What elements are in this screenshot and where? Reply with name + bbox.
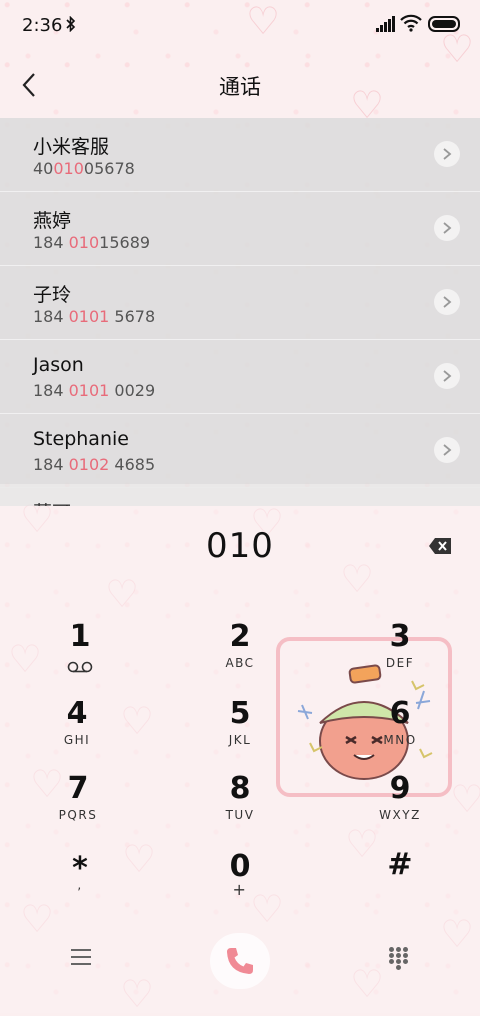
key-digit: 7 — [67, 771, 89, 806]
contact-name: 燕婷 — [33, 210, 72, 232]
key-letters: JKL — [228, 733, 252, 747]
key-digit: 2 — [229, 619, 251, 654]
wifi-icon — [400, 14, 422, 36]
menu-icon[interactable] — [71, 949, 91, 965]
contact-row[interactable]: 小米客服 4001005678 — [0, 118, 480, 192]
key-letters: PQRS — [58, 808, 98, 822]
dial-key-7[interactable]: 7 PQRS — [8, 772, 148, 842]
dial-key-hash[interactable]: # — [330, 848, 470, 918]
dial-key-4[interactable]: 4 GHI — [7, 697, 147, 767]
key-digit: 8 — [229, 771, 251, 806]
key-letters: ABC — [225, 656, 255, 670]
key-letters: WXYZ — [379, 808, 421, 822]
contact-list: 小米客服 4001005678 燕婷 184 01015689 子玲 184 0… — [0, 118, 480, 488]
status-time: 2:36 — [22, 15, 63, 36]
contact-number: 184 01015689 — [33, 233, 151, 252]
dial-key-star[interactable]: * , — [10, 852, 150, 922]
contact-name: 子玲 — [33, 284, 72, 306]
key-letters: DEF — [385, 656, 415, 670]
dial-key-8[interactable]: 8 TUV — [170, 772, 310, 842]
contact-name: Stephanie — [33, 428, 129, 450]
contact-number: 4001005678 — [33, 159, 135, 178]
key-letters: , — [77, 878, 83, 892]
key-digit: 5 — [229, 696, 251, 731]
contact-row[interactable]: Jason 184 0101 0029 — [0, 340, 480, 414]
phone-icon — [227, 948, 253, 974]
key-letters: MNO — [383, 733, 417, 747]
chevron-right-icon[interactable] — [434, 141, 460, 167]
status-bar: 2:36 — [0, 0, 480, 52]
key-digit: 3 — [389, 619, 411, 654]
key-letters: TUV — [225, 808, 255, 822]
contact-number: 184 0102 4685 — [33, 455, 156, 474]
key-digit: 0 — [229, 849, 251, 884]
header: 通话 — [0, 52, 480, 118]
key-letters: GHI — [63, 733, 91, 747]
contact-name: Jason — [33, 354, 84, 376]
key-digit: 4 — [66, 696, 88, 731]
battery-icon — [428, 16, 460, 32]
key-digit: 6 — [389, 696, 411, 731]
chevron-right-icon[interactable] — [434, 437, 460, 463]
dial-key-5[interactable]: 5 JKL — [170, 697, 310, 767]
signal-icon — [376, 16, 396, 32]
key-digit: # — [387, 847, 413, 882]
chevron-right-icon[interactable] — [434, 289, 460, 315]
contact-row[interactable]: 燕婷 184 01015689 — [0, 192, 480, 266]
dial-key-2[interactable]: 2 ABC — [170, 620, 310, 690]
dial-key-0[interactable]: 0 + — [170, 850, 310, 920]
page-title: 通话 — [219, 75, 261, 99]
call-button[interactable] — [210, 933, 270, 989]
contact-number: 184 0101 5678 — [33, 307, 156, 326]
chevron-right-icon[interactable] — [434, 363, 460, 389]
backspace-icon[interactable] — [428, 537, 452, 555]
voicemail-icon — [67, 658, 93, 677]
bluetooth-icon — [66, 15, 76, 36]
bottom-bar — [0, 925, 480, 995]
dialpad-icon[interactable] — [389, 947, 409, 970]
contact-row[interactable]: 子玲 184 0101 5678 — [0, 266, 480, 340]
contact-row[interactable]: Stephanie 184 0102 4685 — [0, 414, 480, 488]
key-digit: 1 — [69, 619, 91, 654]
contact-number: 184 0101 0029 — [33, 381, 156, 400]
dial-key-9[interactable]: 9 WXYZ — [330, 772, 470, 842]
dial-input-display[interactable]: 010 — [0, 526, 480, 566]
key-digit: 9 — [389, 771, 411, 806]
dial-key-1[interactable]: 1 — [10, 620, 150, 690]
contact-name: 莫可 — [33, 498, 71, 506]
chevron-right-icon[interactable] — [434, 215, 460, 241]
dial-key-6[interactable]: 6 MNO — [330, 697, 470, 767]
dial-key-3[interactable]: 3 DEF — [330, 620, 470, 690]
contact-name: 小米客服 — [33, 136, 110, 158]
key-letters: + — [232, 880, 248, 899]
contact-row-partial[interactable]: 莫可 — [0, 484, 480, 506]
